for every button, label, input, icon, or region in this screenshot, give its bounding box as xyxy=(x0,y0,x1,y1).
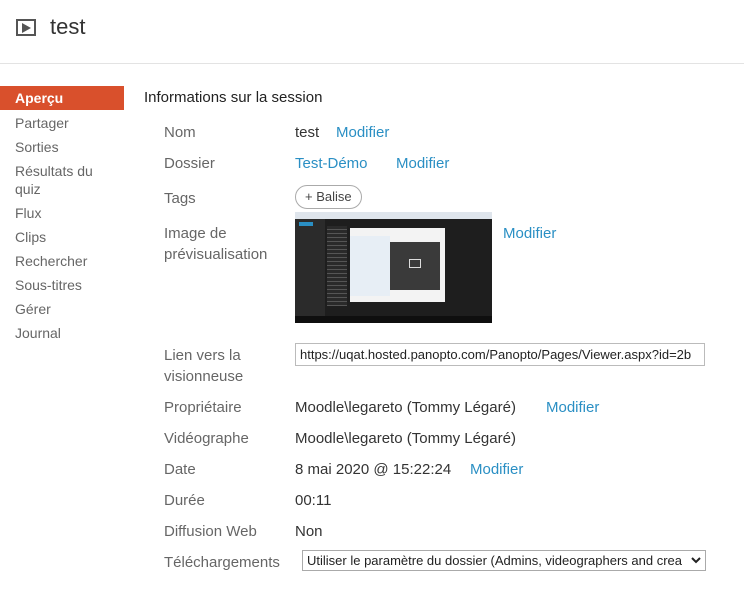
videographe-label: Vidéographe xyxy=(164,430,249,447)
add-tag-button[interactable]: + Balise xyxy=(295,185,362,209)
telechargements-label: Téléchargements xyxy=(164,554,280,571)
proprietaire-modify-link[interactable]: Modifier xyxy=(546,397,599,418)
download-setting-value: Utiliser le paramètre du dossier (Admins… xyxy=(307,553,683,568)
videographe-value: Moodle\legareto (Tommy Légaré) xyxy=(295,430,516,447)
image-label: Image de prévisualisation xyxy=(164,225,268,263)
preview-thumbnail xyxy=(295,212,492,323)
proprietaire-value: Moodle\legareto (Tommy Légaré) xyxy=(295,399,516,416)
sidebar-item-clips[interactable]: Clips xyxy=(0,228,124,246)
date-modify-link[interactable]: Modifier xyxy=(470,459,523,480)
section-title: Informations sur la session xyxy=(144,89,323,106)
sidebar-item-resultats-quiz[interactable]: Résultats du quiz xyxy=(0,162,110,198)
image-modify-link[interactable]: Modifier xyxy=(503,223,556,244)
lien-label: Lien vers la visionneuse xyxy=(164,347,244,385)
nom-modify-link[interactable]: Modifier xyxy=(336,122,389,143)
page-title: test xyxy=(50,14,86,39)
diffusion-label: Diffusion Web xyxy=(164,523,257,540)
date-value: 8 mai 2020 @ 15:22:24 xyxy=(295,461,452,478)
nom-value: test xyxy=(295,124,320,141)
sidebar-item-apercu[interactable]: Aperçu xyxy=(0,86,124,110)
sidebar-item-journal[interactable]: Journal xyxy=(0,324,124,342)
sidebar-item-sous-titres[interactable]: Sous-titres xyxy=(0,276,124,294)
nom-label: Nom xyxy=(164,124,196,141)
sidebar-item-sorties[interactable]: Sorties xyxy=(0,138,124,156)
proprietaire-label: Propriétaire xyxy=(164,399,242,416)
sidebar-item-flux[interactable]: Flux xyxy=(0,204,124,222)
play-icon xyxy=(16,19,36,36)
sidebar-item-partager[interactable]: Partager xyxy=(0,114,124,132)
sidebar-item-rechercher[interactable]: Rechercher xyxy=(0,252,124,270)
chevron-down-icon xyxy=(689,551,703,570)
diffusion-value: Non xyxy=(295,523,323,540)
download-setting-select[interactable]: Utiliser le paramètre du dossier (Admins… xyxy=(302,550,706,571)
dossier-modify-link[interactable]: Modifier xyxy=(396,153,449,174)
duree-label: Durée xyxy=(164,492,205,509)
dossier-label: Dossier xyxy=(164,155,215,172)
dossier-link[interactable]: Test-Démo xyxy=(295,153,368,174)
sidebar: Aperçu Partager Sorties Résultats du qui… xyxy=(0,86,124,348)
duree-value: 00:11 xyxy=(295,492,332,509)
page-header: test xyxy=(0,0,744,64)
tags-label: Tags xyxy=(164,190,196,207)
viewer-link-field[interactable]: https://uqat.hosted.panopto.com/Panopto/… xyxy=(295,343,705,366)
sidebar-item-gerer[interactable]: Gérer xyxy=(0,300,124,318)
date-label: Date xyxy=(164,461,196,478)
